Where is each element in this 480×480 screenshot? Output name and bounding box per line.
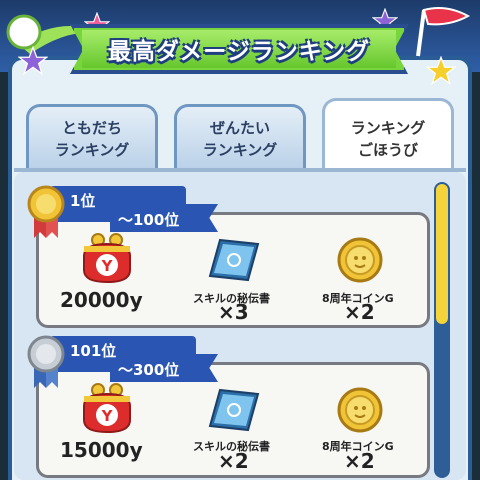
star-icon — [426, 56, 456, 86]
scrollbar-thumb[interactable] — [436, 184, 448, 324]
silver-medal-icon — [27, 335, 65, 388]
reward-quantity: ×2 — [344, 300, 375, 324]
gold-coin-icon — [337, 387, 383, 433]
gold-coin-icon — [337, 237, 383, 283]
rank-to-label: 〜300位 — [118, 361, 180, 379]
title-plate: 最高ダメージランキング — [82, 30, 396, 68]
rank-from-label: 101位 — [70, 342, 117, 360]
skill-book-icon — [208, 388, 260, 432]
reward-quantity: ×3 — [218, 300, 249, 324]
reward-quantity: 20000y — [60, 288, 143, 312]
gold-medal-icon — [27, 185, 65, 238]
tab-overall-ranking[interactable]: ぜんたい ランキング — [174, 104, 306, 170]
coin-purse-icon: Y — [83, 383, 131, 434]
flag-icon — [416, 7, 471, 57]
tab-label: ぜんたい ランキング — [202, 118, 278, 159]
tab-ranking-rewards[interactable]: ランキング ごほうび — [322, 98, 454, 176]
reward-quantity: ×2 — [218, 449, 249, 473]
tab-label: ランキング ごほうび — [350, 118, 426, 159]
star-icon — [18, 46, 48, 76]
skill-book-icon — [208, 238, 260, 282]
reward-quantity: ×2 — [344, 449, 375, 473]
svg-text:Y: Y — [101, 407, 114, 425]
svg-text:Y: Y — [101, 257, 114, 275]
tab-friend-ranking[interactable]: ともだち ランキング — [26, 104, 158, 170]
tab-label: ともだち ランキング — [54, 118, 130, 159]
page-title: 最高ダメージランキング — [107, 39, 371, 65]
rank-from-label: 1位 — [70, 192, 96, 210]
reward-quantity: 15000y — [60, 438, 143, 462]
coin-purse-icon: Y — [83, 233, 131, 284]
rank-to-label: 〜100位 — [118, 211, 180, 229]
